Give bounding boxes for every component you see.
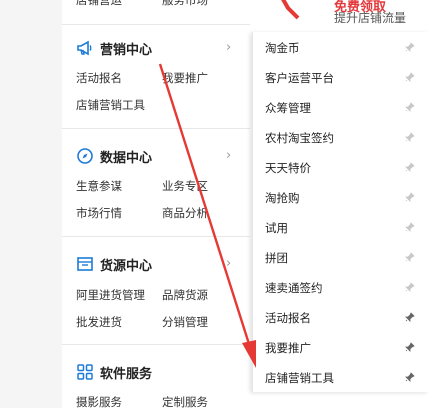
pin-icon[interactable] bbox=[405, 222, 415, 232]
pin-icon[interactable] bbox=[405, 372, 415, 382]
menu-panel bbox=[62, 0, 252, 408]
section-header-software[interactable]: 软件服务 bbox=[76, 363, 153, 382]
submenu-item[interactable]: 天天特价 bbox=[265, 160, 311, 176]
menu-link-cut-1[interactable]: 店铺营运 bbox=[76, 0, 122, 8]
menu-link[interactable]: 市场行情 bbox=[76, 205, 122, 221]
menu-link[interactable]: 我要推广 bbox=[162, 70, 208, 86]
menu-link[interactable]: 业务专区 bbox=[162, 178, 208, 194]
apps-grid-icon bbox=[77, 364, 93, 380]
section-header-data[interactable]: 数据中心 bbox=[76, 147, 153, 166]
submenu-item[interactable]: 众筹管理 bbox=[265, 100, 311, 116]
pin-icon[interactable] bbox=[405, 42, 415, 52]
section-title: 软件服务 bbox=[100, 366, 153, 382]
submenu-item[interactable]: 拼团 bbox=[265, 250, 288, 266]
submenu-item[interactable]: 我要推广 bbox=[265, 340, 311, 356]
pin-icon[interactable] bbox=[405, 72, 415, 82]
menu-link[interactable]: 活动报名 bbox=[76, 70, 122, 86]
menu-link[interactable]: 生意参谋 bbox=[76, 178, 122, 194]
section-header-marketing[interactable]: 营销中心 bbox=[76, 39, 153, 58]
menu-link[interactable]: 阿里进货管理 bbox=[76, 287, 145, 303]
menu-link-cut-2[interactable]: 服务市场 bbox=[162, 0, 208, 8]
submenu-item[interactable]: 农村淘宝签约 bbox=[265, 130, 334, 146]
chevron-right-icon: › bbox=[226, 256, 232, 271]
section-header-sourcing[interactable]: 货源中心 bbox=[76, 255, 153, 274]
chevron-right-icon: › bbox=[226, 148, 232, 163]
divider bbox=[62, 24, 250, 25]
pin-icon[interactable] bbox=[405, 312, 415, 322]
menu-link[interactable]: 商品分析 bbox=[162, 205, 208, 221]
pin-icon[interactable] bbox=[405, 102, 415, 112]
section-title: 数据中心 bbox=[100, 150, 153, 166]
left-gutter bbox=[0, 0, 62, 408]
submenu-item[interactable]: 速卖通签约 bbox=[265, 280, 323, 296]
submenu-flyout: 淘金币 客户运营平台 众筹管理 农村淘宝签约 天天特价 淘抢购 试用 拼团 速卖… bbox=[252, 32, 428, 392]
pin-icon[interactable] bbox=[405, 282, 415, 292]
promo-subtitle: 提升店铺流量 bbox=[334, 11, 407, 25]
divider bbox=[62, 236, 250, 237]
menu-link[interactable]: 品牌货源 bbox=[162, 287, 208, 303]
section-title: 货源中心 bbox=[100, 258, 153, 274]
divider bbox=[62, 128, 250, 129]
submenu-item[interactable]: 客户运营平台 bbox=[265, 70, 334, 86]
compass-icon bbox=[77, 148, 93, 164]
pin-icon[interactable] bbox=[405, 192, 415, 202]
pin-icon[interactable] bbox=[405, 132, 415, 142]
submenu-item[interactable]: 淘抢购 bbox=[265, 190, 300, 206]
arrow-decoration-icon bbox=[281, 0, 300, 20]
submenu-item[interactable]: 试用 bbox=[265, 220, 288, 236]
pin-icon[interactable] bbox=[405, 162, 415, 172]
submenu-item[interactable]: 店铺营销工具 bbox=[265, 370, 334, 386]
chevron-right-icon: › bbox=[226, 40, 232, 55]
storefront-icon bbox=[77, 257, 93, 271]
divider bbox=[62, 344, 250, 345]
megaphone-icon bbox=[77, 40, 92, 56]
submenu-item[interactable]: 活动报名 bbox=[265, 310, 311, 326]
pin-icon[interactable] bbox=[405, 252, 415, 262]
submenu-item[interactable]: 淘金币 bbox=[265, 40, 300, 56]
section-title: 营销中心 bbox=[100, 42, 153, 58]
menu-link[interactable]: 批发进货 bbox=[76, 314, 122, 330]
menu-link[interactable]: 分销管理 bbox=[162, 314, 208, 330]
pin-icon[interactable] bbox=[405, 342, 415, 352]
menu-link[interactable]: 店铺营销工具 bbox=[76, 97, 145, 113]
